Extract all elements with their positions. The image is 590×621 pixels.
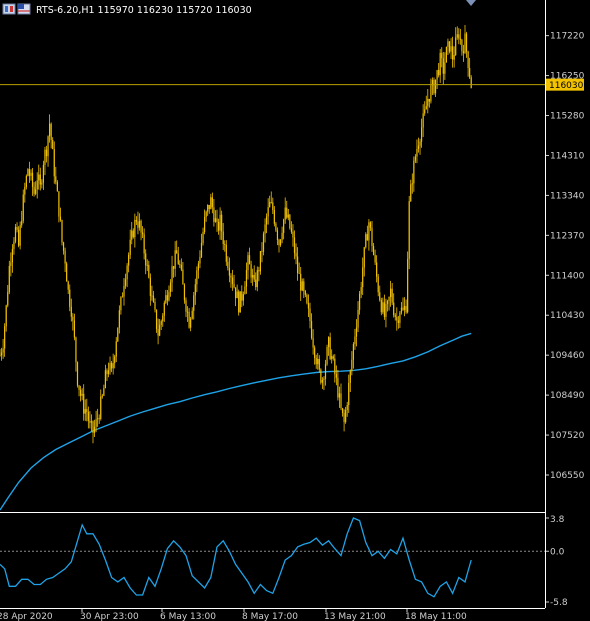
time-tick-label: 13 May 21:00 <box>324 612 386 621</box>
candle <box>27 168 29 177</box>
candle <box>66 261 68 282</box>
indicator-tick-label: -5.8 <box>550 598 568 608</box>
price-tick-label: 111400 <box>550 271 585 281</box>
candle <box>407 251 409 314</box>
candle <box>61 219 63 246</box>
candle <box>433 77 435 95</box>
time-tick-label: 8 May 17:00 <box>242 612 298 621</box>
chart-root: RTS-6.20,H1 115970 116230 115720 116030 … <box>0 0 590 621</box>
time-tick-label: 30 Apr 23:00 <box>80 612 139 621</box>
price-tag-label: 116030 <box>549 81 584 91</box>
symbol-header: RTS-6.20,H1 115970 116230 115720 116030 <box>36 5 252 16</box>
candle <box>365 232 367 249</box>
time-tick-label: 28 Apr 2020 <box>0 612 53 621</box>
candle <box>408 195 410 270</box>
price-tick-label: 110430 <box>550 311 585 321</box>
indicator-tick-label: 3.8 <box>550 515 565 525</box>
candle <box>448 41 451 54</box>
chart-background <box>0 0 590 621</box>
candle <box>326 344 328 366</box>
candle <box>239 291 241 313</box>
price-tick-label: 107520 <box>550 431 585 441</box>
candle <box>259 251 261 275</box>
candle <box>22 189 24 224</box>
candle <box>445 46 447 63</box>
price-tick-label: 115280 <box>550 112 585 122</box>
flag-icon <box>17 3 31 15</box>
candle <box>320 368 322 385</box>
time-tick-label: 18 May 11:00 <box>405 612 467 621</box>
candle <box>306 293 308 305</box>
price-tick-label: 108490 <box>550 391 585 401</box>
price-tick-label: 114310 <box>550 151 585 161</box>
candle <box>238 289 240 316</box>
candle <box>117 327 119 343</box>
price-tick-label: 112370 <box>550 231 585 241</box>
price-tick-label: 113340 <box>550 191 585 201</box>
candle <box>289 213 291 230</box>
indicator-tick-label: 0.0 <box>550 547 565 557</box>
price-tick-label: 106550 <box>550 471 585 481</box>
price-tick-label: 117220 <box>550 32 585 42</box>
price-tick-label: 109460 <box>550 351 585 361</box>
candle <box>76 361 79 388</box>
time-tick-label: 6 May 13:00 <box>160 612 216 621</box>
candle <box>19 221 21 250</box>
window-icon <box>2 3 16 15</box>
